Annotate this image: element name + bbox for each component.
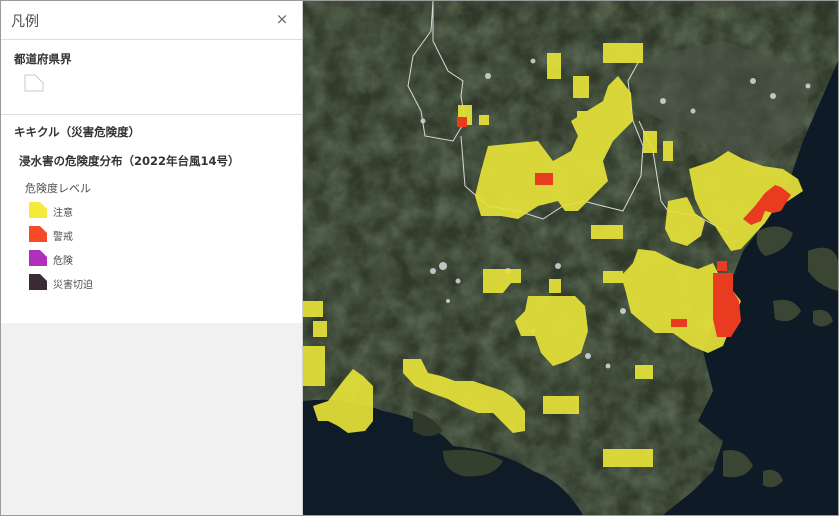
sublayer-title-flood: 浸水害の危険度分布（2022年台風14号） [19, 154, 240, 168]
field-label-danger-level: 危険度レベル [25, 182, 91, 195]
legend-content: 凡例 × 都道府県界 キキクル（災害危険度） 浸水害の危険度分布（2022年台風… [1, 1, 302, 323]
legend-item-label: 危険 [53, 256, 73, 267]
app-frame: 凡例 × 都道府県界 キキクル（災害危険度） 浸水害の危険度分布（2022年台風… [0, 0, 839, 516]
map-view[interactable] [303, 1, 838, 515]
legend-title: 凡例 [11, 14, 39, 30]
close-button[interactable]: × [272, 9, 292, 29]
legend-item-label: 警戒 [53, 232, 73, 243]
layer-title-prefecture: 都道府県界 [14, 52, 72, 66]
imminent-swatch [29, 274, 47, 290]
warning-swatch [29, 226, 47, 242]
boundary-swatch [24, 74, 44, 92]
legend-item-label: 注意 [53, 208, 73, 219]
section-divider [1, 114, 302, 115]
legend-header: 凡例 × [1, 1, 302, 40]
legend-panel: 凡例 × 都道府県界 キキクル（災害危険度） 浸水害の危険度分布（2022年台風… [1, 1, 303, 515]
layer-title-kikikuru: キキクル（災害危険度） [14, 125, 141, 139]
map-canvas[interactable] [303, 1, 838, 515]
legend-item-label: 災害切迫 [53, 280, 93, 291]
caution-swatch [29, 202, 47, 218]
danger-swatch [29, 250, 47, 266]
